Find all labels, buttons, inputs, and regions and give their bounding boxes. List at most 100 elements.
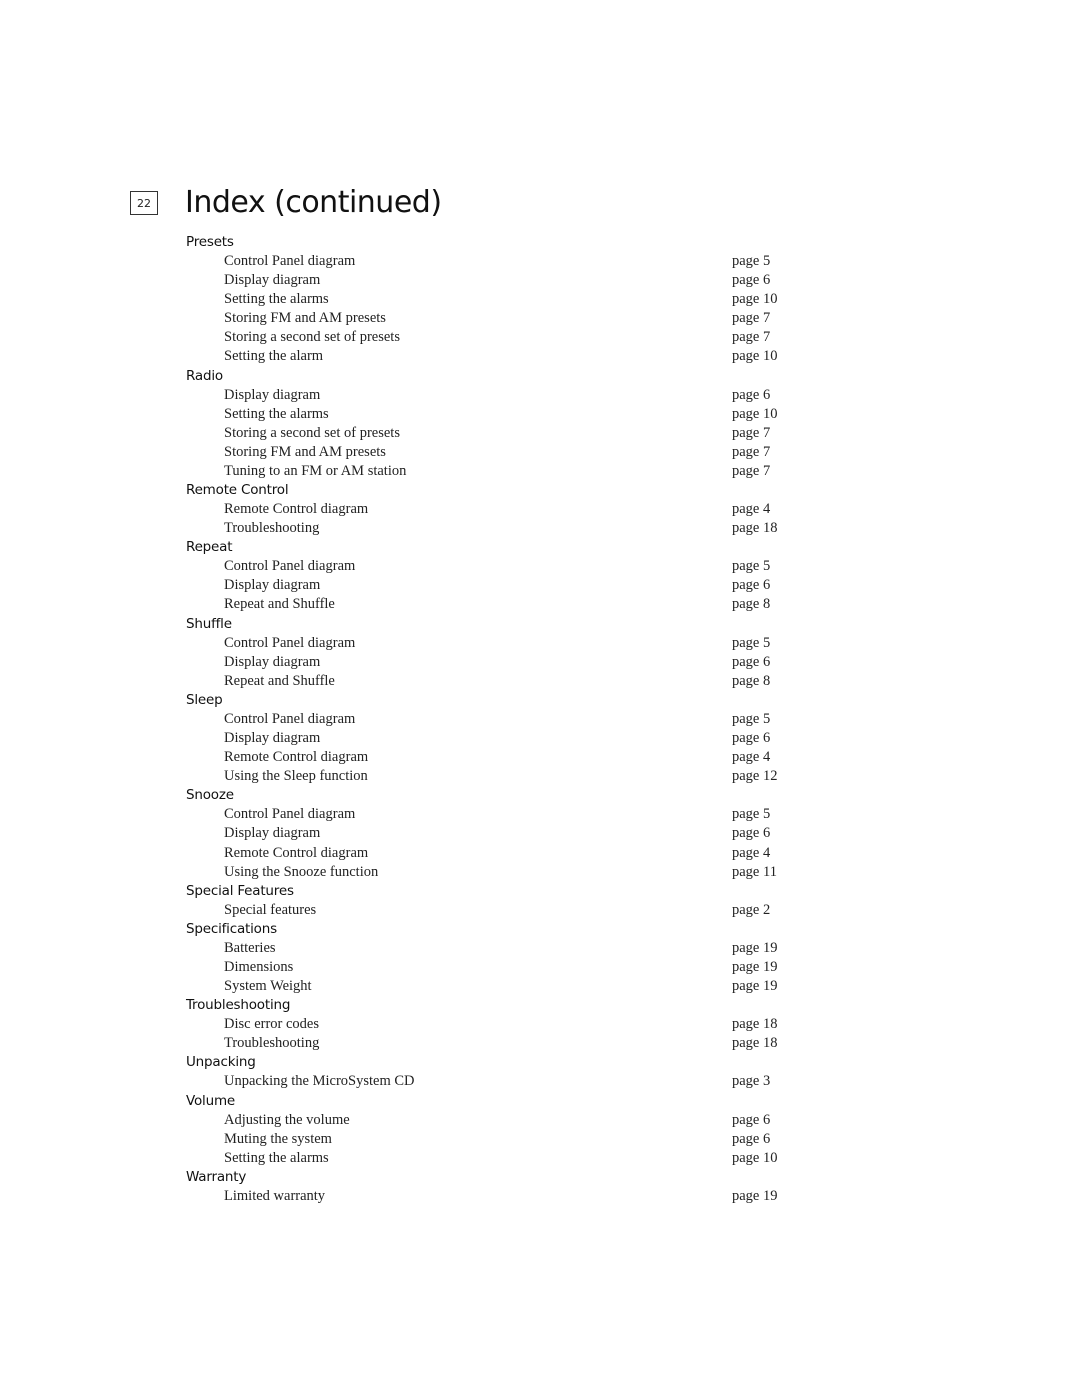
- index-entry-page: page 6: [732, 272, 771, 289]
- index-entry: Tuning to an FM or AM station page 7: [186, 462, 806, 481]
- index-entry: Using the Sleep function page 12: [186, 767, 806, 786]
- index-section: Troubleshooting Disc error codes page 18 Tr…: [186, 996, 806, 1053]
- index-entry-label: Setting the alarms: [224, 405, 329, 422]
- index-entry-page: page 7: [732, 443, 771, 460]
- index-entry-label: Control Panel diagram: [224, 710, 356, 727]
- index-entry-label: Dimensions: [224, 958, 294, 975]
- index-entry: Control Panel diagram page 5: [186, 710, 806, 729]
- index-entry-page: page 10: [732, 405, 778, 422]
- index-entry: Control Panel diagram page 5: [186, 634, 806, 653]
- index-entry: Setting the alarms page 10: [186, 405, 806, 424]
- index-entry: Storing FM and AM presets page 7: [186, 309, 806, 328]
- page-number: 22: [137, 196, 151, 210]
- index-entry: Troubleshooting page 18: [186, 1034, 806, 1053]
- index-entry-label: Setting the alarms: [224, 291, 329, 308]
- index-section: Presets Control Panel diagram page 5 Displa…: [186, 233, 806, 367]
- index-heading: Troubleshooting: [186, 997, 291, 1014]
- index-entry: Setting the alarms page 10: [186, 1149, 806, 1168]
- index-entry-page: page 11: [732, 863, 777, 880]
- index-heading: Sleep: [186, 691, 223, 708]
- index-entry: Repeat and Shuffle page 8: [186, 595, 806, 614]
- index-entry: Unpacking the MicroSystem CD page 3: [186, 1072, 806, 1091]
- index-entry-page: page 2: [732, 901, 771, 918]
- index-entry-page: page 4: [732, 501, 771, 518]
- index-entry-label: Batteries: [224, 939, 276, 956]
- index-entry-page: page 4: [732, 844, 771, 861]
- page-title: Index (continued): [185, 185, 442, 220]
- index-entry-page: page 7: [732, 462, 771, 479]
- index-heading: Special Features: [186, 882, 294, 899]
- index-entry-label: Storing a second set of presets: [224, 329, 400, 346]
- index-section: Specifications Batteries page 19 Dimensions…: [186, 920, 806, 996]
- index-entry-label: Unpacking the MicroSystem CD: [224, 1073, 415, 1090]
- index-entry-page: page 3: [732, 1073, 771, 1090]
- index-entry: Setting the alarm page 10: [186, 347, 806, 366]
- index-entry: Setting the alarms page 10: [186, 290, 806, 309]
- index-entry-label: Display diagram: [224, 825, 321, 842]
- index-entry-page: page 19: [732, 1187, 778, 1204]
- index-entry-page: page 5: [732, 253, 771, 270]
- index-entry-page: page 6: [732, 653, 771, 670]
- index-entry-page: page 19: [732, 939, 778, 956]
- index-entry: Display diagram page 6: [186, 653, 806, 672]
- index-entry-label: Storing FM and AM presets: [224, 443, 386, 460]
- index-entry-page: page 10: [732, 348, 778, 365]
- index-entry-page: page 6: [732, 1130, 771, 1147]
- index-entry-label: Storing FM and AM presets: [224, 310, 386, 327]
- index-entry-label: Display diagram: [224, 272, 321, 289]
- index-entry-page: page 4: [732, 749, 771, 766]
- index-entry-label: Display diagram: [224, 730, 321, 747]
- index-entry: Display diagram page 6: [186, 271, 806, 290]
- index-entry: Storing a second set of presets page 7: [186, 328, 806, 347]
- index-section: Repeat Control Panel diagram page 5 Display…: [186, 538, 806, 614]
- index-entry: Repeat and Shuffle page 8: [186, 672, 806, 691]
- index-entry-page: page 6: [732, 577, 771, 594]
- index-heading: Remote Control: [186, 482, 289, 499]
- index-entry-label: Control Panel diagram: [224, 634, 356, 651]
- index-entry: Using the Snooze function page 11: [186, 863, 806, 882]
- index-entry-label: Repeat and Shuffle: [224, 596, 335, 613]
- index-heading: Warranty: [186, 1168, 247, 1185]
- index-entry-label: Display diagram: [224, 577, 321, 594]
- index-entry-label: Setting the alarm: [224, 348, 324, 365]
- index-entry-page: page 8: [732, 672, 771, 689]
- index-section: Shuffle Control Panel diagram page 5 Displa…: [186, 615, 806, 691]
- index-entry-label: Disc error codes: [224, 1016, 320, 1033]
- index-entry-label: Control Panel diagram: [224, 806, 356, 823]
- index-entry-page: page 18: [732, 1035, 778, 1052]
- page-number-box: 22: [130, 191, 158, 215]
- index-heading: Presets: [186, 234, 234, 250]
- index-entry: Limited warranty page 19: [186, 1187, 806, 1206]
- index-entry-label: Adjusting the volume: [224, 1111, 350, 1128]
- index-entry-page: page 5: [732, 634, 771, 651]
- index-entry-label: Remote Control diagram: [224, 501, 369, 518]
- index-entry: Display diagram page 6: [186, 386, 806, 405]
- index-entry: Display diagram page 6: [186, 729, 806, 748]
- index-entry-page: page 6: [732, 825, 771, 842]
- index-heading: Repeat: [186, 539, 233, 556]
- index-entry-label: Remote Control diagram: [224, 844, 369, 861]
- index-entry-label: Tuning to an FM or AM station: [224, 462, 407, 479]
- index-entry-label: System Weight: [224, 978, 312, 995]
- index-section: Remote Control Remote Control diagram page…: [186, 481, 806, 538]
- index-entry: Remote Control diagram page 4: [186, 500, 806, 519]
- index-entry-label: Muting the system: [224, 1130, 332, 1147]
- index-entry: Adjusting the volume page 6: [186, 1111, 806, 1130]
- index-section: Snooze Control Panel diagram page 5 Display…: [186, 786, 806, 881]
- index-entry-label: Using the Sleep function: [224, 768, 368, 785]
- index-entry: Dimensions page 19: [186, 958, 806, 977]
- index-entry-page: page 8: [732, 596, 771, 613]
- index-entry-label: Display diagram: [224, 653, 321, 670]
- index-entry-label: Using the Snooze function: [224, 863, 379, 880]
- index-entry: Control Panel diagram page 5: [186, 805, 806, 824]
- index-heading: Shuffle: [186, 615, 232, 632]
- index-entry-label: Special features: [224, 901, 317, 918]
- index-entry-label: Limited warranty: [224, 1187, 326, 1204]
- index-heading: Radio: [186, 367, 223, 384]
- index-entry: Display diagram page 6: [186, 576, 806, 595]
- index-entry: Control Panel diagram page 5: [186, 252, 806, 271]
- index-entry-page: page 12: [732, 768, 778, 785]
- index-entry-page: page 7: [732, 329, 771, 346]
- index-heading: Snooze: [186, 787, 234, 804]
- index-section: Sleep Control Panel diagram page 5 Display …: [186, 691, 806, 786]
